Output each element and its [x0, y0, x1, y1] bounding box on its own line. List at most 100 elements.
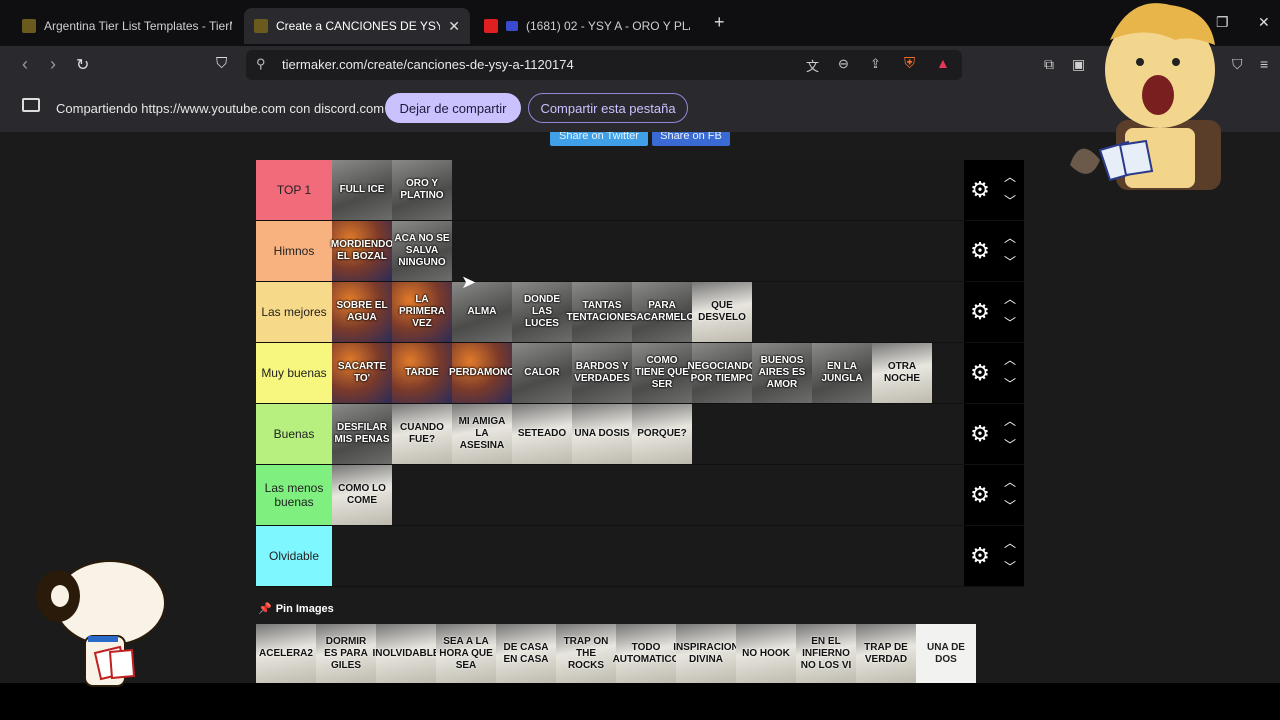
tab-argentina-tier-list[interactable]: Argentina Tier List Templates - TierM — [12, 8, 242, 44]
tier-item-tile[interactable]: SETEADO — [512, 404, 572, 464]
tier-item-tile[interactable]: CUANDO FUE? — [392, 404, 452, 464]
chevron-down-icon[interactable]: ﹀ — [1000, 497, 1020, 514]
tier-item-tile[interactable]: PERDAMONO — [449, 343, 515, 403]
stop-sharing-button[interactable]: Dejar de compartir — [385, 93, 521, 123]
tier-item-tile[interactable]: COMO LO COME — [332, 465, 392, 525]
mouse-cursor-icon: ➤ — [461, 272, 477, 292]
tier-item-tile[interactable]: MI AMIGA LA ASESINA — [452, 404, 512, 464]
pool-item-tile[interactable]: TRAP ON THE ROCKS — [556, 624, 616, 683]
tier-label[interactable]: Muy buenas — [256, 343, 332, 403]
chevron-up-icon[interactable]: ︿ — [1000, 473, 1020, 490]
share-twitter-button[interactable]: Share on Twitter — [550, 132, 648, 146]
tab-youtube-video[interactable]: (1681) 02 - YSY A - ORO Y PLATIN — [474, 8, 700, 44]
tier-item-tile[interactable]: TARDE — [392, 343, 452, 403]
share-this-tab-button[interactable]: Compartir esta pestaña — [528, 93, 688, 123]
tier-row-muy-buenas: Muy buenas SACARTE TO' TARDE PERDAMONO CALO… — [256, 343, 1024, 404]
chevron-up-icon[interactable]: ︿ — [1000, 290, 1020, 307]
chevron-down-icon[interactable]: ﹀ — [1000, 375, 1020, 392]
chevron-down-icon[interactable]: ﹀ — [1000, 436, 1020, 453]
pool-item-tile[interactable]: DORMIR ES PARA GILES — [316, 624, 376, 683]
tier-item-tile[interactable]: MORDIENDO EL BOZAL — [331, 221, 393, 281]
chevron-down-icon[interactable]: ﹀ — [1000, 192, 1020, 209]
tier-label[interactable]: Las menos buenas — [256, 465, 332, 525]
gear-icon[interactable]: ⚙ — [968, 422, 992, 446]
unranked-image-pool: ACELERA2 DORMIR ES PARA GILES INOLVIDABLE S… — [256, 624, 976, 683]
tier-item-tile[interactable]: LA PRIMERA VEZ — [392, 282, 452, 342]
tier-items[interactable]: SACARTE TO' TARDE PERDAMONO CALOR BARDOS Y V… — [332, 343, 964, 403]
bookmark-icon[interactable]: ⛉ — [216, 55, 227, 72]
gear-icon[interactable]: ⚙ — [968, 300, 992, 324]
tier-item-tile[interactable]: DESFILAR MIS PENAS — [332, 404, 392, 464]
chevron-up-icon[interactable]: ︿ — [1000, 534, 1020, 551]
pool-item-tile[interactable]: SEA A LA HORA QUE SEA — [436, 624, 496, 683]
tier-items[interactable]: MORDIENDO EL BOZAL ACA NO SE SALVA NINGUN… — [331, 221, 964, 281]
menu-icon[interactable]: ≡ — [1260, 56, 1268, 72]
tier-item-tile[interactable]: OTRA NOCHE — [872, 343, 932, 403]
tier-items[interactable]: DESFILAR MIS PENAS CUANDO FUE? MI AMIGA LA… — [332, 404, 964, 464]
pool-item-tile[interactable]: ACELERA2 — [256, 624, 316, 683]
tier-item-tile[interactable]: SOBRE EL AGUA — [332, 282, 392, 342]
translate-icon[interactable]: 文 — [806, 56, 819, 75]
new-tab-plus-icon[interactable]: + — [714, 12, 725, 33]
pool-item-tile[interactable]: EN EL INFIERNO NO LOS VI — [796, 624, 856, 683]
pool-item-tile[interactable]: DE CASA EN CASA — [496, 624, 556, 683]
pool-item-tile[interactable]: NO HOOK — [736, 624, 796, 683]
address-bar[interactable]: ⚲ tiermaker.com/create/canciones-de-ysy-… — [246, 50, 962, 80]
tier-controls: ⚙ ︿ ﹀ — [964, 221, 1024, 281]
tier-item-tile[interactable]: FULL ICE — [332, 160, 392, 220]
back-icon[interactable]: ‹ — [22, 54, 28, 75]
tier-item-tile[interactable]: QUE DESVELO — [692, 282, 752, 342]
tier-item-tile[interactable]: PORQUE? — [632, 404, 692, 464]
pool-item-tile[interactable]: INOLVIDABLE — [372, 624, 440, 683]
tier-item-tile[interactable]: DONDE LAS LUCES — [512, 282, 572, 342]
brave-rewards-icon[interactable]: ▲ — [936, 55, 950, 71]
tier-item-tile[interactable]: COMO TIENE QUE SER — [632, 343, 692, 403]
tier-item-tile[interactable]: ORO Y PLATINO — [392, 160, 452, 220]
tier-items[interactable]: FULL ICE ORO Y PLATINO — [332, 160, 964, 220]
chevron-up-icon[interactable]: ︿ — [1000, 168, 1020, 185]
tier-item-tile[interactable]: CALOR — [512, 343, 572, 403]
tier-item-tile[interactable]: EN LA JUNGLA — [812, 343, 872, 403]
chevron-down-icon[interactable]: ﹀ — [1000, 314, 1020, 331]
share-icon[interactable]: ⇪ — [870, 56, 881, 72]
gear-icon[interactable]: ⚙ — [968, 483, 992, 507]
tier-label[interactable]: Las mejores — [256, 282, 332, 342]
gear-icon[interactable]: ⚙ — [968, 239, 992, 263]
tier-item-tile[interactable]: SACARTE TO' — [332, 343, 392, 403]
tier-item-tile[interactable]: PARA SACARMELO — [630, 282, 694, 342]
forward-icon[interactable]: › — [50, 54, 56, 75]
share-fb-button[interactable]: Share on FB — [652, 132, 730, 146]
close-window-icon[interactable]: ✕ — [1258, 14, 1270, 31]
chevron-up-icon[interactable]: ︿ — [1000, 229, 1020, 246]
tab-create-canciones[interactable]: Create a CANCIONES DE YSY A T ✕ — [244, 8, 470, 44]
gear-icon[interactable]: ⚙ — [968, 178, 992, 202]
zoom-icon[interactable]: ⊖ — [838, 56, 849, 72]
tier-item-tile[interactable]: BARDOS Y VERDADES — [572, 343, 632, 403]
pool-item-tile[interactable]: TODO AUTOMATICO — [613, 624, 679, 683]
chevron-up-icon[interactable]: ︿ — [1000, 351, 1020, 368]
site-info-icon[interactable]: ⚲ — [256, 56, 266, 72]
chevron-down-icon[interactable]: ﹀ — [1000, 558, 1020, 575]
tier-item-tile[interactable]: UNA DOSIS — [572, 404, 632, 464]
tier-item-tile[interactable]: BUENOS AIRES ES AMOR — [752, 343, 812, 403]
pool-item-tile[interactable]: UNA DE DOS — [916, 624, 976, 683]
tier-label[interactable]: TOP 1 — [256, 160, 332, 220]
tier-label[interactable]: Olvidable — [256, 526, 332, 586]
brave-shields-icon[interactable]: ⛨ — [904, 55, 915, 72]
chevron-down-icon[interactable]: ﹀ — [1000, 253, 1020, 270]
close-tab-icon[interactable]: ✕ — [448, 18, 460, 35]
tier-item-tile[interactable]: NEGOCIANDO POR TIEMPO — [688, 343, 756, 403]
gear-icon[interactable]: ⚙ — [968, 361, 992, 385]
tier-label[interactable]: Buenas — [256, 404, 332, 464]
tier-items[interactable] — [332, 526, 964, 586]
tier-items[interactable]: SOBRE EL AGUA LA PRIMERA VEZ ALMA DONDE LAS… — [332, 282, 964, 342]
chevron-up-icon[interactable]: ︿ — [1000, 412, 1020, 429]
pool-item-tile[interactable]: INSPIRACION DIVINA — [673, 624, 739, 683]
tier-item-tile[interactable]: TANTAS TENTACIONES — [567, 282, 637, 342]
gear-icon[interactable]: ⚙ — [968, 544, 992, 568]
tier-items[interactable]: COMO LO COME — [332, 465, 964, 525]
tier-label[interactable]: Himnos — [256, 221, 332, 281]
tier-item-tile[interactable]: ACA NO SE SALVA NINGUNO — [392, 221, 452, 281]
reload-icon[interactable]: ↻ — [76, 55, 89, 75]
pool-item-tile[interactable]: TRAP DE VERDAD — [856, 624, 916, 683]
